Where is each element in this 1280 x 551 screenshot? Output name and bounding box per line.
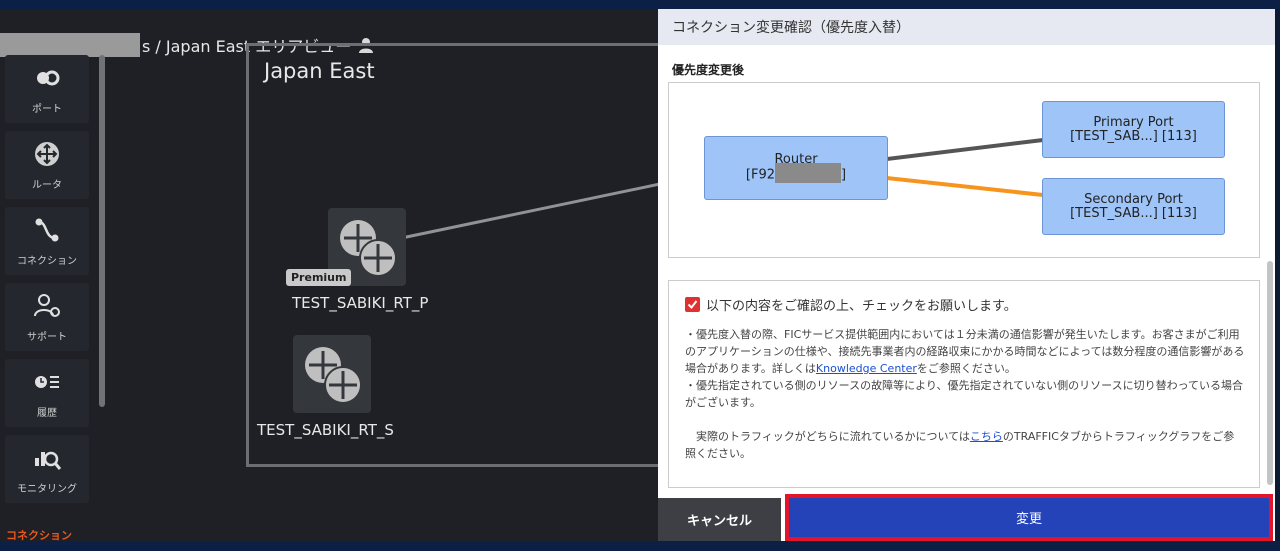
- dialog-scrollbar[interactable]: [1267, 261, 1273, 485]
- priority-diagram: Router [F92] Primary Port [TEST_SAB...] …: [668, 82, 1260, 258]
- router-name: TEST_SABIKI_RT_P: [292, 294, 429, 312]
- confirm-notes: ・優先度入替の際、FICサービス提供範囲内においては１分未満の通信影響が発生いた…: [685, 326, 1245, 462]
- primary-port-id: [TEST_SAB...] [113]: [1070, 128, 1197, 144]
- secondary-port-label: Secondary Port: [1084, 191, 1183, 207]
- knowledge-center-link[interactable]: Knowledge Center: [816, 362, 917, 375]
- note-1: ・優先度入替の際、FICサービス提供範囲内においては１分未満の通信影響が発生いた…: [685, 326, 1245, 377]
- note-2: ・優先指定されている側のリソースの故障等により、優先指定されていない側のリソース…: [685, 379, 1244, 409]
- note-3-text: 実際のトラフィックがどちらに流れているかについては: [685, 430, 970, 443]
- note-3: 実際のトラフィックがどちらに流れているかについてはこちらのTRAFFICタブから…: [685, 428, 1245, 462]
- router-node-secondary[interactable]: [293, 335, 371, 413]
- confirmation-box: 以下の内容をご確認の上、チェックをお願いします。 ・優先度入替の際、FICサービ…: [668, 280, 1260, 488]
- note-1-tail: をご参照ください。: [916, 362, 1016, 375]
- confirm-checkbox-label: 以下の内容をご確認の上、チェックをお願いします。: [706, 299, 1017, 314]
- router-name: TEST_SABIKI_RT_S: [257, 421, 394, 439]
- section-title: 優先度変更後: [672, 63, 745, 77]
- check-icon: [687, 300, 698, 310]
- router-node[interactable]: Router [F92]: [704, 136, 888, 200]
- traffic-link[interactable]: こちら: [970, 430, 1003, 443]
- secondary-port-id: [TEST_SAB...] [113]: [1070, 205, 1197, 221]
- router-id-prefix: [F92: [745, 167, 775, 183]
- top-bar: [0, 0, 1280, 9]
- confirm-checkbox[interactable]: [685, 297, 700, 312]
- cancel-button[interactable]: キャンセル: [658, 498, 781, 541]
- secondary-port-node[interactable]: Secondary Port [TEST_SAB...] [113]: [1042, 178, 1225, 235]
- premium-badge: Premium: [286, 269, 352, 286]
- primary-link: [886, 138, 1044, 161]
- secondary-link: [886, 176, 1044, 197]
- primary-port-node[interactable]: Primary Port [TEST_SAB...] [113]: [1042, 101, 1225, 158]
- area-view-workspace: s / Japan East エリアビュー ポート ルータ コネクション サポー…: [0, 9, 660, 541]
- router-id-suffix: ]: [841, 167, 847, 183]
- note-spacer: [685, 411, 1245, 428]
- confirm-checkbox-row[interactable]: 以下の内容をご確認の上、チェックをお願いします。: [685, 295, 1245, 314]
- connection-change-dialog: コネクション変更確認（優先度入替） 優先度変更後 Router [F92] Pr…: [658, 9, 1275, 541]
- bottom-bar: [0, 541, 1280, 551]
- dialog-title: コネクション変更確認（優先度入替）: [658, 9, 1275, 45]
- primary-port-label: Primary Port: [1093, 114, 1174, 130]
- change-button[interactable]: 変更: [785, 494, 1273, 541]
- router-icon: [305, 347, 362, 404]
- router-id: [F92]: [705, 163, 887, 183]
- redacted-router-id: [775, 163, 841, 183]
